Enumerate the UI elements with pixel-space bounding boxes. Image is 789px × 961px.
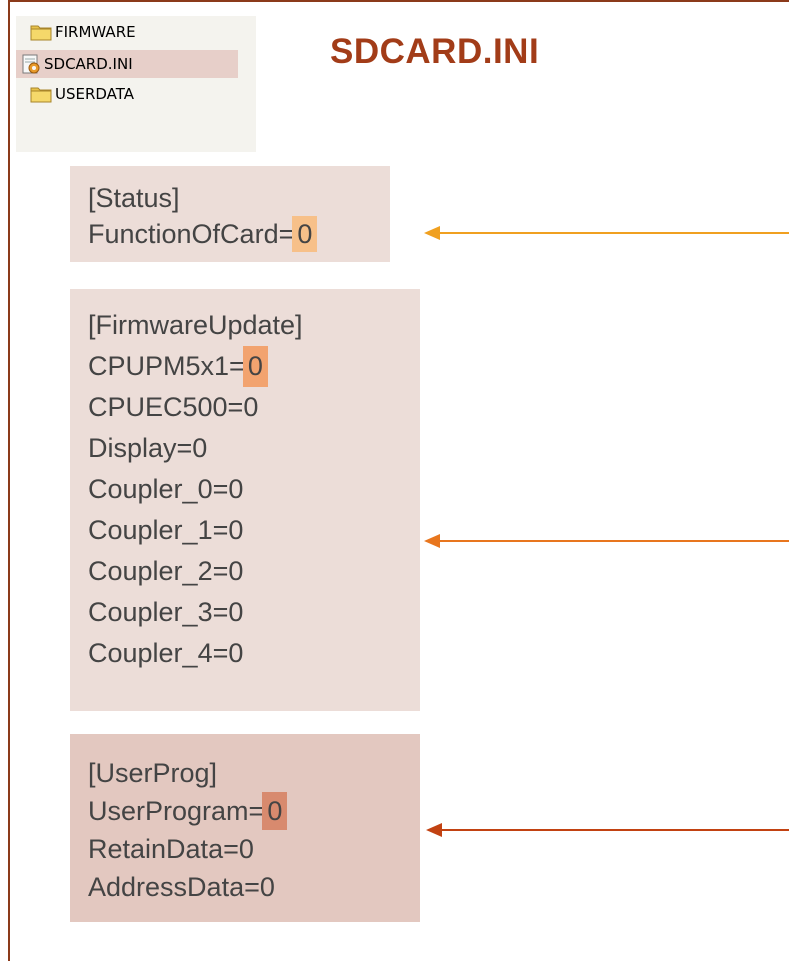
arrow-status: [438, 232, 789, 234]
ini-value-highlight: 0: [262, 792, 288, 830]
arrowhead-userprog: [426, 823, 442, 837]
ini-key: CPUPM5x1=: [88, 351, 245, 381]
file-item-label: FIRMWARE: [55, 23, 136, 41]
ini-section-header: [UserProg]: [88, 758, 218, 788]
ini-entry: RetainData=0: [88, 834, 254, 864]
file-item-sdcard-ini[interactable]: SDCARD.INI: [16, 50, 238, 78]
ini-value-highlight: 0: [292, 216, 318, 252]
ini-entry: Coupler_4=0: [88, 638, 244, 668]
file-item-label: SDCARD.INI: [44, 55, 133, 73]
ini-entry: FunctionOfCard= 0: [70, 216, 390, 252]
file-explorer-panel: FIRMWARE SDCARD.INI USERDATA: [16, 16, 256, 152]
arrowhead-status: [424, 226, 440, 240]
ini-entry: AddressData=0: [88, 872, 275, 902]
file-item-label: USERDATA: [55, 85, 135, 103]
ini-entry: Coupler_0=0: [88, 474, 244, 504]
arrowhead-firmware: [424, 534, 440, 548]
folder-icon: [30, 23, 52, 41]
ini-entry: Coupler_3=0: [88, 597, 244, 627]
ini-entry: Coupler_2=0: [88, 556, 244, 586]
ini-section-status: [Status] FunctionOfCard= 0: [70, 166, 390, 262]
ini-section-userprog: [UserProg] UserProgram= 0 RetainData=0 Ad…: [70, 734, 420, 922]
ini-entry: CPUEC500=0: [88, 392, 259, 422]
ini-file-icon: [20, 53, 42, 75]
arrow-userprog: [440, 829, 789, 831]
arrow-firmware: [438, 540, 789, 542]
ini-entry: Display=0: [88, 433, 208, 463]
ini-section-header: [FirmwareUpdate]: [88, 310, 303, 340]
page-title: SDCARD.INI: [330, 32, 540, 71]
ini-entry: UserProgram= 0: [70, 792, 420, 830]
ini-key: UserProgram=: [88, 796, 265, 826]
ini-value-highlight: 0: [242, 346, 268, 387]
ini-section-firmware-update: [FirmwareUpdate] CPUPM5x1= 0 CPUEC500=0 D…: [70, 289, 420, 711]
ini-entry: CPUPM5x1= 0: [70, 346, 420, 387]
file-item-firmware[interactable]: FIRMWARE: [30, 18, 136, 46]
ini-section-header: [Status]: [88, 183, 180, 213]
ini-key: FunctionOfCard=: [88, 219, 295, 249]
folder-icon: [30, 85, 52, 103]
file-item-userdata[interactable]: USERDATA: [30, 80, 134, 108]
ini-entry: Coupler_1=0: [88, 515, 244, 545]
